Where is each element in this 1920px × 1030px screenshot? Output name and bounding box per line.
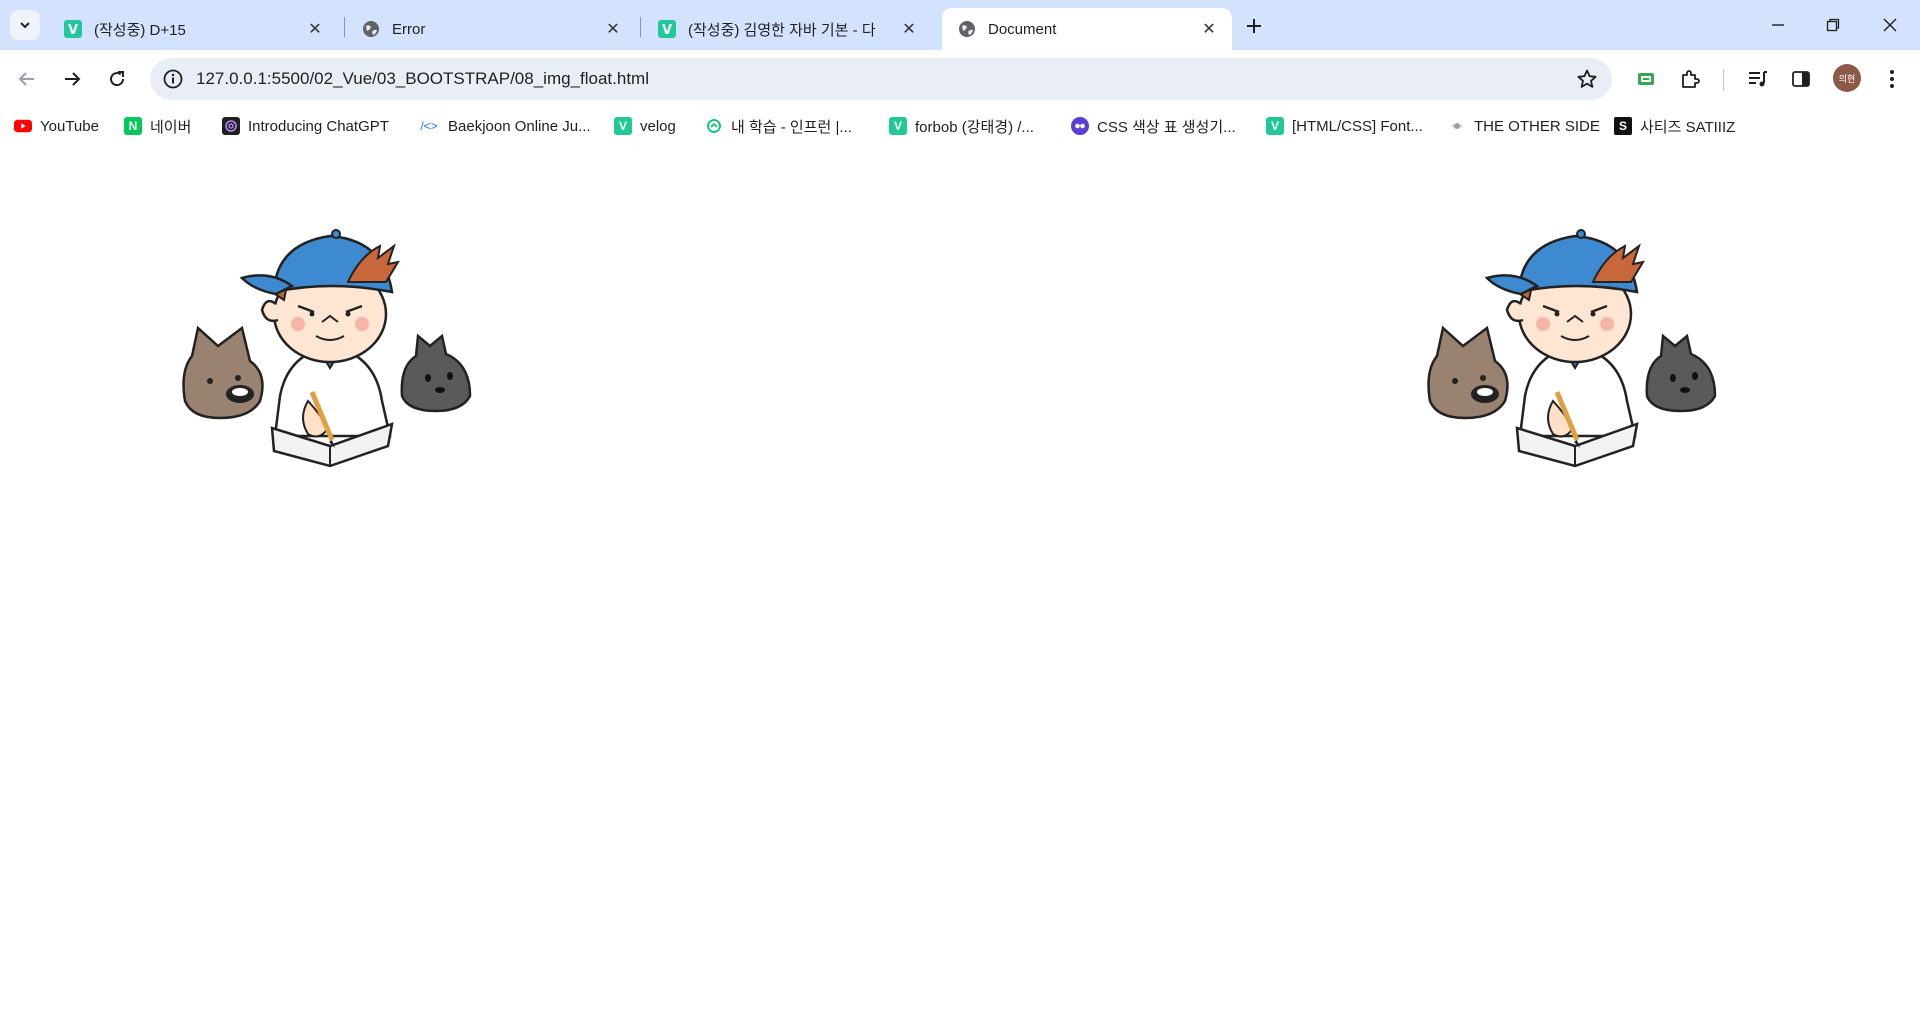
bookmark-label: 사티즈 SATIIIZ xyxy=(1640,118,1736,136)
bookmark-label: Baekjoon Online Ju... xyxy=(448,117,591,135)
tab-title: (작성중) D+15 xyxy=(94,21,186,39)
url-text[interactable]: 127.0.0.1:5500/02_Vue/03_BOOTSTRAP/08_im… xyxy=(196,69,649,89)
bookmark-label: THE OTHER SIDE xyxy=(1474,117,1600,135)
tab-separator xyxy=(344,17,345,37)
svg-text:V: V xyxy=(68,23,78,38)
bookmark-html-css-font[interactable]: V [HTML/CSS] Font... xyxy=(1266,114,1423,138)
minimize-icon xyxy=(1772,24,1784,26)
bookmark-label: forbob (강태경) /... xyxy=(915,118,1034,136)
tab-title: (작성중) 김영한 자바 기본 - 다 xyxy=(688,21,876,39)
bookmarks-bar: YouTube N 네이버 Introducing ChatGPT /<> Ba… xyxy=(0,108,1920,142)
extension-green-icon[interactable] xyxy=(1632,65,1660,93)
velog-icon: V xyxy=(658,20,676,38)
arrow-right-icon xyxy=(65,72,81,86)
satiiiz-icon: S xyxy=(1614,117,1632,135)
naver-icon: N xyxy=(124,117,142,135)
bookmark-inflearn[interactable]: 내 학습 - 인프런 |... xyxy=(705,114,852,138)
menu-kebab-icon[interactable] xyxy=(1878,65,1906,93)
bookmark-label: CSS 색상 표 생성기... xyxy=(1097,118,1236,136)
reload-icon xyxy=(110,71,125,87)
bookmark-naver[interactable]: N 네이버 xyxy=(124,114,191,138)
velog-icon: V xyxy=(1266,117,1284,135)
browser-toolbar: 127.0.0.1:5500/02_Vue/03_BOOTSTRAP/08_im… xyxy=(0,50,1920,108)
chevron-down-icon xyxy=(20,22,30,29)
restore-icon xyxy=(1826,18,1840,32)
tab-1[interactable]: V (작성중) D+15 ✕ xyxy=(48,8,338,50)
restore-button[interactable] xyxy=(1813,10,1853,40)
bookmark-label: [HTML/CSS] Font... xyxy=(1292,117,1423,135)
bookmark-baekjoon[interactable]: /<> Baekjoon Online Ju... xyxy=(418,114,591,138)
new-tab-button[interactable] xyxy=(1240,12,1268,40)
bookmark-label: velog xyxy=(640,117,676,135)
velog-icon: V xyxy=(614,117,632,135)
bookmark-satiiiz[interactable]: S 사티즈 SATIIIZ xyxy=(1614,114,1735,138)
velog-icon: V xyxy=(889,117,907,135)
minimize-button[interactable] xyxy=(1758,10,1798,40)
tab-strip: V (작성중) D+15 ✕ Error ✕ V (작성중) 김영한 자바 기본… xyxy=(0,0,1920,50)
profile-avatar[interactable]: 의현 xyxy=(1833,64,1861,92)
back-button[interactable] xyxy=(11,63,43,95)
forward-button[interactable] xyxy=(56,63,88,95)
tab-separator xyxy=(640,17,641,37)
arrow-left-icon xyxy=(18,72,34,86)
side-panel-icon[interactable] xyxy=(1787,65,1815,93)
bookmark-youtube[interactable]: YouTube xyxy=(14,114,99,138)
address-bar[interactable]: 127.0.0.1:5500/02_Vue/03_BOOTSTRAP/08_im… xyxy=(150,58,1612,100)
close-icon[interactable]: ✕ xyxy=(898,18,920,40)
bookmark-star-icon[interactable] xyxy=(1576,68,1598,90)
bookmark-css-color[interactable]: CSS 색상 표 생성기... xyxy=(1071,114,1236,138)
reload-button[interactable] xyxy=(101,63,133,95)
bookmark-forbob[interactable]: V forbob (강태경) /... xyxy=(889,114,1034,138)
site-info-icon[interactable] xyxy=(162,68,184,90)
dot-icon xyxy=(1448,117,1466,135)
studying-boy-illustration-right xyxy=(1425,196,1725,486)
plus-icon xyxy=(1247,19,1261,33)
bookmark-label: 네이버 xyxy=(150,118,192,136)
globe-icon xyxy=(958,20,976,38)
velog-icon: V xyxy=(64,20,82,38)
youtube-icon xyxy=(14,117,32,135)
bookmark-velog[interactable]: V velog xyxy=(614,114,676,138)
close-icon[interactable]: ✕ xyxy=(602,18,624,40)
toolbar-separator xyxy=(1723,69,1724,91)
tab-4-active[interactable]: Document ✕ xyxy=(942,8,1232,50)
tab-title: Error xyxy=(392,20,426,38)
extensions-puzzle-icon[interactable] xyxy=(1676,65,1704,93)
close-window-button[interactable] xyxy=(1870,10,1910,40)
close-icon xyxy=(1883,18,1897,32)
studying-boy-illustration-left xyxy=(180,196,480,486)
svg-text:V: V xyxy=(662,23,672,38)
page-content xyxy=(0,142,1920,1030)
chatgpt-icon xyxy=(222,117,240,135)
tab-3[interactable]: V (작성중) 김영한 자바 기본 - 다 ✕ xyxy=(642,8,932,50)
bookmark-the-other-side[interactable]: THE OTHER SIDE xyxy=(1448,114,1600,138)
bookmark-label: YouTube xyxy=(40,117,99,135)
close-icon[interactable]: ✕ xyxy=(304,18,326,40)
tab-search-button[interactable] xyxy=(10,10,40,40)
bookmark-chatgpt[interactable]: Introducing ChatGPT xyxy=(222,114,389,138)
bookmark-label: Introducing ChatGPT xyxy=(248,117,389,135)
globe-icon xyxy=(362,20,380,38)
media-controls-icon[interactable] xyxy=(1744,65,1772,93)
tab-2[interactable]: Error ✕ xyxy=(346,8,636,50)
inflearn-icon xyxy=(705,117,723,135)
bookmark-label: 내 학습 - 인프런 |... xyxy=(731,118,852,136)
palette-icon xyxy=(1071,117,1089,135)
close-icon[interactable]: ✕ xyxy=(1198,18,1220,40)
tab-title: Document xyxy=(988,20,1057,38)
code-icon: /<> xyxy=(420,119,438,133)
